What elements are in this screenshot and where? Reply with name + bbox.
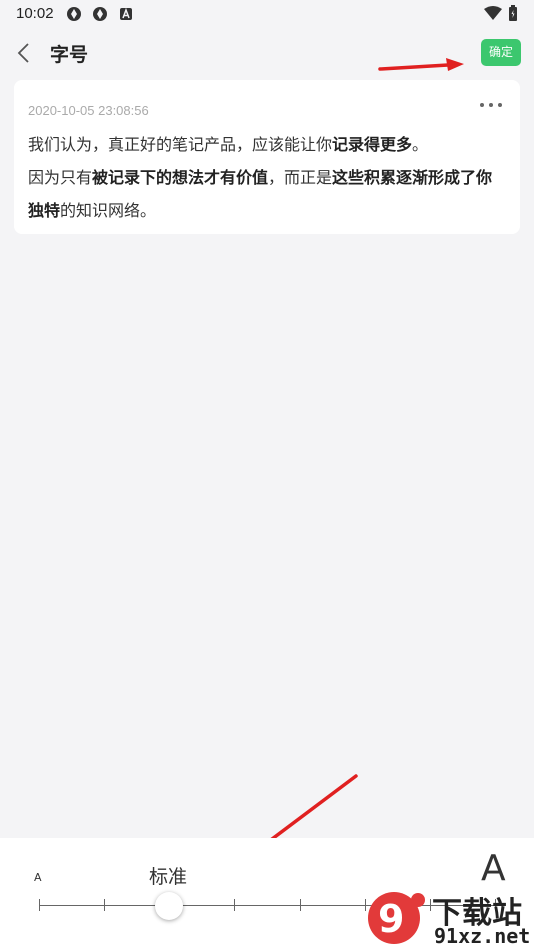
note-line: 因为只有被记录下的想法才有价值，而正是这些积累逐渐形成了你独特的知识网络。	[28, 161, 508, 227]
note-preview-card: 2020-10-05 23:08:56 我们认为，真正好的笔记产品，应该能让你记…	[14, 80, 520, 234]
back-icon[interactable]	[12, 40, 38, 66]
battery-icon	[509, 5, 517, 21]
note-text: ，而正是	[268, 168, 333, 187]
wifi-icon	[484, 6, 502, 20]
status-time: 10:02	[16, 5, 54, 22]
annotation-arrow-icon	[378, 58, 464, 71]
watermark-logo-icon: 9	[368, 892, 425, 944]
note-body: 我们认为，真正好的笔记产品，应该能让你记录得更多。 因为只有被记录下的想法才有价…	[28, 128, 508, 227]
slider-tick	[104, 899, 105, 911]
svg-text:9: 9	[378, 897, 404, 941]
large-size-label: A	[481, 848, 506, 889]
note-text: 的知识网络。	[60, 201, 157, 220]
note-bold-text: 被记录下的想法才有价值	[92, 168, 269, 187]
status-right	[484, 5, 518, 21]
current-size-label: 标准	[149, 866, 188, 888]
small-size-label: A	[34, 871, 42, 884]
note-text: 因为只有	[28, 168, 93, 187]
font-size-slider-thumb[interactable]	[155, 892, 183, 920]
note-line: 我们认为，真正好的笔记产品，应该能让你记录得更多。	[28, 128, 508, 161]
confirm-button[interactable]: 确定	[481, 39, 521, 66]
note-timestamp: 2020-10-05 23:08:56	[28, 103, 149, 118]
note-bold-text: 记录得更多	[332, 135, 413, 154]
slider-tick	[234, 899, 235, 911]
watermark-url: 91xz.net	[434, 924, 531, 948]
note-text: 我们认为，真正好的笔记产品，应该能让你	[28, 135, 333, 154]
page-title: 字号	[50, 44, 89, 66]
status-bar: 10:02	[0, 0, 534, 28]
slider-tick	[39, 899, 40, 911]
more-options-icon[interactable]	[480, 98, 502, 112]
note-text: 。	[412, 135, 429, 154]
app-notification-icon	[67, 7, 81, 21]
watermark-logo: 9 下载站 91xz.net	[364, 886, 534, 950]
slider-tick	[300, 899, 301, 911]
a-notification-icon	[120, 7, 132, 20]
app-notification-icon	[93, 7, 107, 21]
